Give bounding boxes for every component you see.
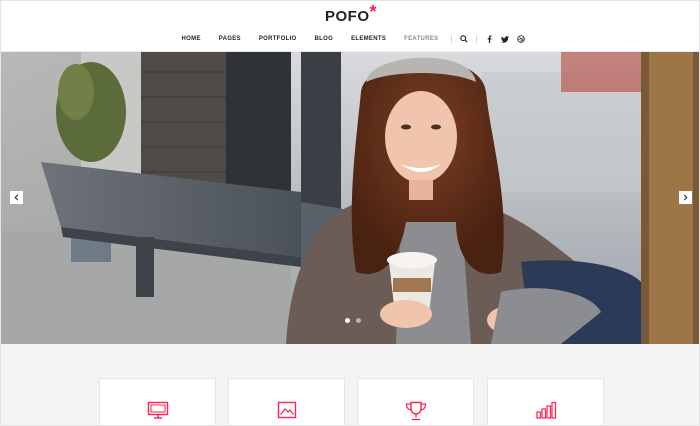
feature-card[interactable] xyxy=(357,378,474,425)
facebook-icon[interactable] xyxy=(481,34,497,44)
feature-card[interactable] xyxy=(487,378,604,425)
dribbble-icon[interactable] xyxy=(513,34,529,44)
site-header: POFO* HOME PAGES PORTFOLIO BLOG ELEMENTS… xyxy=(1,1,699,52)
slider-dot-1[interactable] xyxy=(345,318,350,323)
image-icon xyxy=(277,401,296,419)
slider-pagination xyxy=(345,318,361,323)
monitor-icon xyxy=(147,401,168,419)
logo-text: POFO xyxy=(324,8,370,25)
nav-item-home[interactable]: HOME xyxy=(173,36,210,42)
features-section xyxy=(1,344,699,425)
trophy-icon xyxy=(405,401,426,421)
site-logo[interactable]: POFO* xyxy=(1,2,699,26)
slider-dot-2[interactable] xyxy=(356,318,361,323)
hero-slider xyxy=(1,52,699,344)
hero-image xyxy=(1,52,699,344)
main-nav: HOME PAGES PORTFOLIO BLOG ELEMENTS FEATU… xyxy=(1,34,699,44)
nav-item-portfolio[interactable]: PORTFOLIO xyxy=(250,36,306,42)
nav-divider xyxy=(476,34,478,44)
search-icon[interactable] xyxy=(456,34,472,44)
nav-divider xyxy=(451,34,453,44)
bar-chart-icon xyxy=(535,401,556,419)
nav-item-features[interactable]: FEATURES xyxy=(395,36,447,42)
slider-next-button[interactable] xyxy=(679,191,692,204)
nav-item-blog[interactable]: BLOG xyxy=(306,36,343,42)
page: POFO* HOME PAGES PORTFOLIO BLOG ELEMENTS… xyxy=(0,0,700,426)
feature-card[interactable] xyxy=(99,378,216,425)
slider-prev-button[interactable] xyxy=(10,191,23,204)
twitter-icon[interactable] xyxy=(497,34,513,44)
chevron-right-icon xyxy=(683,194,688,201)
logo-mark: * xyxy=(369,2,378,22)
feature-card[interactable] xyxy=(228,378,345,425)
chevron-left-icon xyxy=(14,194,19,201)
nav-item-elements[interactable]: ELEMENTS xyxy=(342,36,395,42)
nav-item-pages[interactable]: PAGES xyxy=(210,36,250,42)
